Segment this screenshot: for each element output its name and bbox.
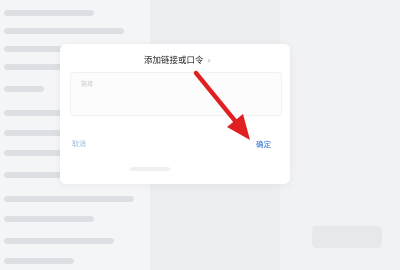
link-input[interactable]: 链接 [70,72,282,116]
confirm-button[interactable]: 确定 [256,139,271,150]
background-block [312,226,382,248]
list-item [4,10,94,16]
list-item [4,130,64,136]
dialog-footer-bar [130,167,170,171]
add-link-dialog: 添加链接或口令 › 链接 取消 确定 [60,44,290,184]
list-item [4,196,134,202]
input-placeholder: 链接 [81,81,94,88]
list-item [4,86,44,92]
list-item [4,258,74,264]
chevron-right-icon[interactable]: › [208,56,211,65]
background-right-panel [280,0,400,270]
list-item [4,216,94,222]
list-item [4,28,124,34]
dialog-title: 添加链接或口令 › [144,54,211,66]
dialog-title-text: 添加链接或口令 [144,56,204,66]
cancel-button[interactable]: 取消 [72,139,86,149]
list-item [4,238,114,244]
